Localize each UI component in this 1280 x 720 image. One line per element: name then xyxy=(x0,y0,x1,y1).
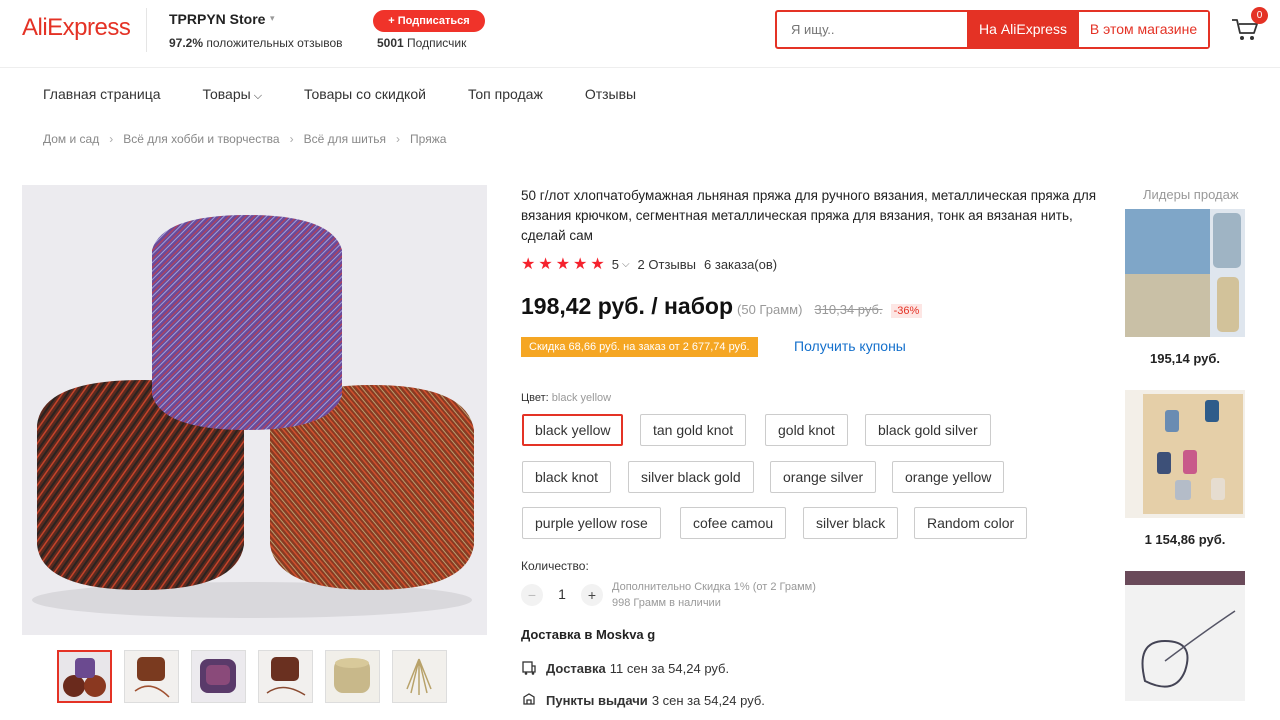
color-option[interactable]: black knot xyxy=(522,461,612,493)
discount-badge: -36% xyxy=(890,304,923,318)
search-aliexpress-button[interactable]: На AliExpress xyxy=(967,12,1079,47)
thumbnail[interactable] xyxy=(124,650,179,703)
followers-label: Подписчик xyxy=(407,36,467,50)
old-price: 310,34 руб. xyxy=(814,302,883,317)
color-option[interactable]: cofee camou xyxy=(680,507,787,539)
selected-color: black yellow xyxy=(551,392,612,404)
bestseller-image[interactable] xyxy=(1125,209,1245,337)
rating-row: ★★★★★ 5 ⌵ 2 Отзывы 6 заказа(ов) xyxy=(521,254,785,274)
color-option[interactable]: gold knot xyxy=(765,414,848,446)
chevron-down-icon[interactable]: ▾ xyxy=(270,13,275,24)
quantity-decrease-button[interactable]: − xyxy=(521,584,543,606)
color-option[interactable]: silver black gold xyxy=(628,461,754,493)
current-price: 198,42 руб. / набор xyxy=(521,293,734,319)
store-rating-label: положительных отзывов xyxy=(206,36,343,50)
bestseller-price: 195,14 руб. xyxy=(1149,351,1220,366)
thumbnail[interactable] xyxy=(258,650,313,703)
bestsellers-title: Лидеры продаж xyxy=(1143,187,1239,202)
breadcrumb-item[interactable]: Пряжа xyxy=(410,132,446,146)
nav-top-sales[interactable]: Топ продаж xyxy=(468,86,543,103)
color-option[interactable]: black yellow xyxy=(522,414,624,446)
nav-discounts[interactable]: Товары со скидкой xyxy=(304,86,426,103)
color-option[interactable]: silver black xyxy=(803,507,899,539)
coupon-banner: Скидка 68,66 руб. на заказ от 2 677,74 р… xyxy=(521,337,758,357)
product-title: 50 г/лот хлопчатобумажная льняная пряжа … xyxy=(521,188,1097,243)
bestseller-price: 1 154,86 руб. xyxy=(1144,532,1226,547)
quantity-discount-note: Дополнительно Скидка 1% (от 2 Грамм) xyxy=(612,581,816,593)
thumbnail[interactable] xyxy=(325,650,380,703)
color-option[interactable]: orange silver xyxy=(770,461,877,493)
color-option[interactable]: black gold silver xyxy=(865,414,991,446)
color-option[interactable]: Random color xyxy=(914,507,1028,539)
rating-value[interactable]: 5 xyxy=(612,257,619,272)
bestseller-image[interactable] xyxy=(1125,390,1245,518)
header-divider xyxy=(146,8,147,52)
thumbnail[interactable] xyxy=(57,650,112,703)
color-option[interactable]: purple yellow rose xyxy=(522,507,661,539)
nav-home[interactable]: Главная страница xyxy=(43,86,161,103)
store-rating: 97.2% положительных отзывов xyxy=(169,36,343,50)
shipping-option: Доставка 11 сен за 54,24 руб. xyxy=(521,660,729,676)
search-store-button[interactable]: В этом магазине xyxy=(1079,12,1208,47)
thumbnail[interactable] xyxy=(191,650,246,703)
truck-icon xyxy=(521,660,537,676)
delivery-heading[interactable]: Доставка в Moskva g xyxy=(521,627,655,642)
quantity-label: Количество: xyxy=(521,559,589,573)
pickup-icon xyxy=(521,692,537,708)
product-main-image[interactable] xyxy=(22,185,487,635)
nav-reviews[interactable]: Отзывы xyxy=(585,86,636,103)
thumbnail[interactable] xyxy=(392,650,447,703)
get-coupons-link[interactable]: Получить купоны xyxy=(794,338,906,354)
stock-note: 998 Грамм в наличии xyxy=(612,597,721,609)
reviews-link[interactable]: 2 Отзывы xyxy=(638,257,696,272)
breadcrumb: Дом и сад › Всё для хобби и творчества ›… xyxy=(43,132,446,146)
orders-count: 6 заказа(ов) xyxy=(704,256,778,272)
store-rating-percent: 97.2% xyxy=(169,36,204,50)
breadcrumb-item[interactable]: Всё для хобби и творчества xyxy=(123,132,279,146)
store-name[interactable]: TPRPYN Store xyxy=(169,11,265,27)
color-option[interactable]: orange yellow xyxy=(892,461,1005,493)
shipping-detail: 3 сен за 54,24 руб. xyxy=(651,692,765,708)
cart-count-badge: 0 xyxy=(1251,7,1268,24)
chevron-right-icon: › xyxy=(396,132,401,146)
shipping-label: Пункты выдачи xyxy=(546,692,648,708)
shipping-option: Пункты выдачи 3 сен за 54,24 руб. xyxy=(521,692,765,708)
chevron-down-icon[interactable]: ⌵ xyxy=(622,259,630,270)
search-bar: На AliExpress В этом магазине xyxy=(775,10,1210,49)
breadcrumb-item[interactable]: Всё для шитья xyxy=(304,132,386,146)
header-divider-line xyxy=(0,67,1280,68)
shipping-detail: 11 сен за 54,24 руб. xyxy=(609,660,730,676)
color-label-text: Цвет: xyxy=(521,392,549,404)
bestseller-image[interactable] xyxy=(1125,571,1245,701)
subscribe-button[interactable]: + Подписаться xyxy=(373,10,485,32)
quantity-value[interactable]: 1 xyxy=(551,586,573,602)
quantity-increase-button[interactable]: + xyxy=(581,584,603,606)
nav-products[interactable]: Товары ⌵ xyxy=(203,86,263,103)
color-option[interactable]: tan gold knot xyxy=(640,414,747,446)
breadcrumb-item[interactable]: Дом и сад xyxy=(43,132,99,146)
followers-count: 5001 xyxy=(377,36,404,50)
store-followers: 5001 Подписчик xyxy=(377,36,466,50)
chevron-right-icon: › xyxy=(109,132,114,146)
thumbnail-strip xyxy=(57,650,447,703)
chevron-right-icon: › xyxy=(289,132,294,146)
unit-note: (50 Грамм) xyxy=(737,302,803,317)
chevron-down-icon: ⌵ xyxy=(253,90,263,102)
shipping-label: Доставка xyxy=(546,660,606,676)
store-nav: Главная страница Товары ⌵ Товары со скидк… xyxy=(43,86,678,103)
nav-products-label: Товары xyxy=(202,86,251,102)
aliexpress-logo[interactable]: AliExpress xyxy=(22,14,131,42)
search-input[interactable] xyxy=(777,12,967,47)
star-rating-icon: ★★★★★ xyxy=(521,256,608,273)
color-label: Цвет: black yellow xyxy=(521,392,611,404)
price-row: 198,42 руб. / набор (50 Грамм) 310,34 ру… xyxy=(521,293,923,320)
